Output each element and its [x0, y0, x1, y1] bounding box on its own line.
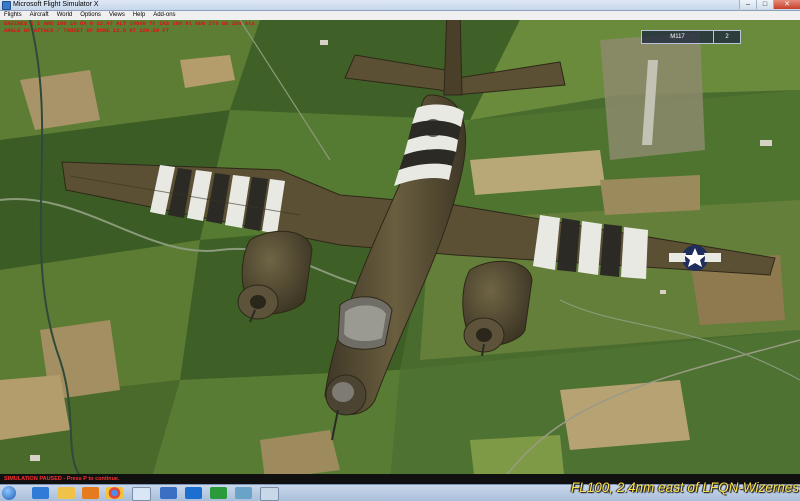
window-title-bar[interactable]: Microsoft Flight Simulator X – □ ✕ [0, 0, 800, 11]
menu-world[interactable]: World [53, 11, 77, 20]
chrome-icon[interactable] [106, 487, 123, 499]
window-title: Microsoft Flight Simulator X [13, 1, 99, 8]
ie-icon[interactable] [32, 487, 49, 499]
location-caption: FL100, 2.4nm east of LFQN-Wizernes [571, 480, 799, 495]
close-button[interactable]: ✕ [773, 0, 800, 9]
minimize-button[interactable]: – [739, 0, 756, 9]
network-icon[interactable] [260, 487, 279, 501]
multiplayer-panel[interactable]: M117 2 [641, 30, 741, 44]
menu-aircraft[interactable]: Aircraft [26, 11, 53, 20]
hud-line-2: ANGLE OF ATTACK / TARGET OF DUNE 12.0 KT… [4, 27, 170, 34]
multiplayer-count: 2 [725, 34, 729, 40]
game-icon[interactable] [235, 487, 252, 499]
media-player-icon[interactable] [82, 487, 99, 499]
multiplayer-callsign: M117 [642, 31, 714, 43]
app-icon [2, 1, 11, 10]
menu-addons[interactable]: Add-ons [149, 11, 179, 20]
scenery-view [0, 20, 800, 484]
hud-line-1: ENGINES 1 1 ARO 100 10 OA 0 12.47 ALT 10… [4, 20, 255, 27]
pause-status: SIMULATION PAUSED - Press P to continue. [4, 476, 120, 482]
start-orb-icon[interactable] [2, 486, 16, 500]
document-icon[interactable] [132, 487, 151, 501]
simulator-viewport[interactable]: ENGINES 1 1 ARO 100 10 OA 0 12.47 ALT 10… [0, 20, 800, 484]
window-controls: – □ ✕ [739, 0, 800, 10]
edge-icon[interactable] [185, 487, 202, 499]
maximize-button[interactable]: □ [756, 0, 773, 9]
flight-sim-icon[interactable] [210, 487, 227, 499]
firefox-icon[interactable] [160, 487, 177, 499]
menu-flights[interactable]: Flights [0, 11, 26, 20]
menu-views[interactable]: Views [105, 11, 129, 20]
menu-help[interactable]: Help [129, 11, 149, 20]
menu-options[interactable]: Options [76, 11, 105, 20]
folder-icon[interactable] [58, 487, 75, 499]
